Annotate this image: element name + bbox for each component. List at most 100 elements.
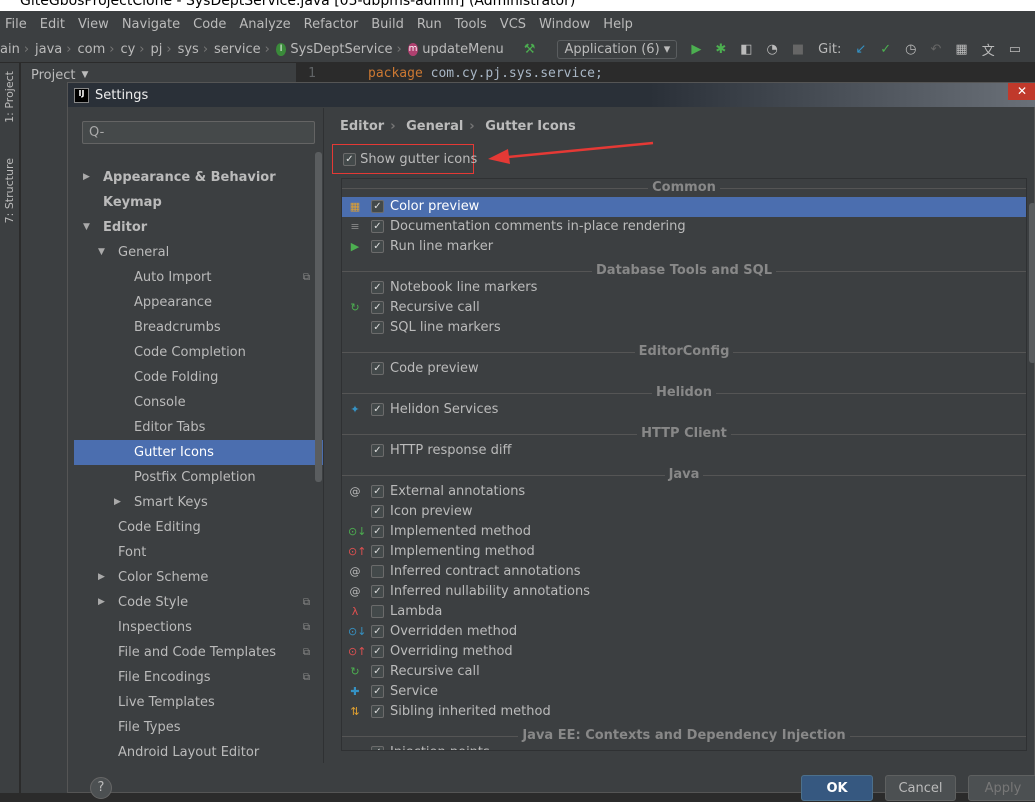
gutter-icon-row[interactable]: ✓ Icon preview — [342, 502, 1026, 522]
menu-navigate[interactable]: Navigate — [122, 17, 180, 32]
menu-edit[interactable]: Edit — [40, 17, 65, 32]
structure-tool-button[interactable]: 7: Structure — [3, 158, 16, 223]
settings-tree-item[interactable]: ▶ Color Scheme — [74, 565, 323, 590]
gutter-icon-row[interactable]: ⊙↑ ✓ Implementing method — [342, 542, 1026, 562]
nav-method[interactable]: updateMenu — [422, 42, 504, 57]
settings-tree-item[interactable]: File and Code Templates ⧉ — [74, 640, 323, 665]
menu-run[interactable]: Run — [417, 17, 442, 32]
settings-tree-item[interactable]: ▼ Editor — [74, 215, 323, 240]
project-panel-title[interactable]: Project — [31, 68, 75, 83]
gutter-icon-row[interactable]: ✓ Notebook line markers — [342, 278, 1026, 298]
tree-scrollbar[interactable] — [315, 152, 322, 482]
settings-tree-item[interactable]: Keymap — [74, 190, 323, 215]
settings-tree-item[interactable]: Gutter Icons — [74, 440, 323, 465]
gutter-icon-row[interactable]: ⊙↓ ✓ Implemented method — [342, 522, 1026, 542]
settings-tree-item[interactable]: Breadcrumbs — [74, 315, 323, 340]
build-hammer-icon[interactable]: ⚒ — [524, 42, 536, 57]
chevron-down-icon[interactable]: ▼ — [98, 240, 105, 265]
project-tool-button[interactable]: 1: Project — [3, 71, 16, 123]
terminal-icon[interactable]: ▭ — [1009, 42, 1021, 57]
profile-icon[interactable]: ◔ — [767, 42, 778, 57]
checkbox[interactable] — [371, 605, 384, 618]
gutter-icon-row[interactable]: ✓ HTTP response diff — [342, 441, 1026, 461]
gutter-icon-row[interactable]: ⊙↓ ✓ Overridden method — [342, 622, 1026, 642]
checkbox[interactable]: ✓ — [371, 200, 384, 213]
checkbox[interactable]: ✓ — [371, 705, 384, 718]
checkbox[interactable] — [371, 565, 384, 578]
gutter-icon-row[interactable]: ⇅ ✓ Sibling inherited method — [342, 702, 1026, 722]
chevron-right-icon[interactable]: ▶ — [98, 565, 105, 590]
close-button[interactable]: ✕ — [1008, 83, 1035, 100]
settings-tree-item[interactable]: Android Layout Editor — [74, 740, 323, 763]
nav-crumb[interactable]: com — [77, 42, 105, 57]
menu-window[interactable]: Window — [539, 17, 590, 32]
gutter-icon-row[interactable]: ✓ Code preview — [342, 359, 1026, 379]
checkbox[interactable]: ✓ — [371, 685, 384, 698]
nav-crumb[interactable]: sys — [178, 42, 199, 57]
settings-tree-item[interactable]: Auto Import ⧉ — [74, 265, 323, 290]
checkbox[interactable]: ✓ — [371, 525, 384, 538]
settings-tree-item[interactable]: ▶ Appearance & Behavior — [74, 165, 323, 190]
gutter-icon-row[interactable]: ▶ ✓ Run line marker — [342, 237, 1026, 257]
settings-tree-item[interactable]: ▶ Smart Keys — [74, 490, 323, 515]
chevron-down-icon[interactable]: ▼ — [83, 215, 90, 240]
settings-tree-item[interactable]: Postfix Completion — [74, 465, 323, 490]
nav-crumb[interactable]: service — [214, 42, 261, 57]
checkbox[interactable]: ✓ — [371, 485, 384, 498]
checkbox[interactable]: ✓ — [371, 505, 384, 518]
settings-tree-item[interactable]: File Types — [74, 715, 323, 740]
settings-tree-item[interactable]: Code Editing — [74, 515, 323, 540]
cancel-button[interactable]: Cancel — [885, 775, 956, 801]
nav-class[interactable]: SysDeptService — [290, 42, 392, 57]
checkbox[interactable]: ✓ — [371, 362, 384, 375]
checkbox[interactable]: ✓ — [371, 665, 384, 678]
gutter-icon-row[interactable]: @ ✓ External annotations — [342, 482, 1026, 502]
gutter-icon-row[interactable]: ⊙↑ ✓ Overriding method — [342, 642, 1026, 662]
gutter-icon-row[interactable]: λ Lambda — [342, 602, 1026, 622]
rollback-icon[interactable]: ↶ — [930, 42, 941, 57]
gutter-icon-row[interactable]: ↻ ✓ Recursive call — [342, 662, 1026, 682]
checkbox[interactable]: ✓ — [371, 220, 384, 233]
settings-tree-item[interactable]: Appearance — [74, 290, 323, 315]
menu-refactor[interactable]: Refactor — [304, 17, 359, 32]
gutter-icon-row[interactable]: ⦸ ✓ Injection points — [342, 743, 1026, 750]
checkbox[interactable]: ✓ — [371, 746, 384, 750]
debug-icon[interactable]: ✱ — [715, 42, 726, 57]
checkbox[interactable]: ✓ — [371, 444, 384, 457]
settings-tree-item[interactable]: File Encodings ⧉ — [74, 665, 323, 690]
menu-view[interactable]: View — [78, 17, 109, 32]
project-structure-icon[interactable]: ▦ — [955, 42, 967, 57]
history-icon[interactable]: ◷ — [905, 42, 916, 57]
menu-vcs[interactable]: VCS — [500, 17, 526, 32]
menu-build[interactable]: Build — [371, 17, 404, 32]
menu-help[interactable]: Help — [603, 17, 633, 32]
nav-crumb[interactable]: java — [35, 42, 62, 57]
checkbox[interactable]: ✓ — [371, 281, 384, 294]
checkbox[interactable]: ✓ — [371, 625, 384, 638]
chevron-right-icon[interactable]: ▶ — [98, 590, 105, 615]
gutter-icon-row[interactable]: ▦ ✓ Color preview — [342, 197, 1026, 217]
settings-tree-item[interactable]: Code Folding — [74, 365, 323, 390]
settings-tree-item[interactable]: ▶ Code Style ⧉ — [74, 590, 323, 615]
nav-crumb[interactable]: ain — [0, 42, 20, 57]
checkbox[interactable]: ✓ — [371, 321, 384, 334]
checkbox[interactable]: ✓ — [371, 301, 384, 314]
settings-tree-item[interactable]: Code Completion — [74, 340, 323, 365]
checkbox[interactable]: ✓ — [371, 585, 384, 598]
menu-code[interactable]: Code — [193, 17, 226, 32]
run-icon[interactable]: ▶ — [691, 42, 701, 57]
menu-file[interactable]: File — [5, 17, 27, 32]
settings-tree-item[interactable]: Font — [74, 540, 323, 565]
checkbox[interactable]: ✓ — [371, 403, 384, 416]
settings-tree-item[interactable]: Console — [74, 390, 323, 415]
translate-icon[interactable]: 文 — [982, 40, 995, 59]
nav-crumb[interactable]: cy — [120, 42, 135, 57]
settings-search-input[interactable]: Q- — [82, 121, 315, 144]
git-update-icon[interactable]: ↙ — [855, 42, 866, 57]
gutter-icon-row[interactable]: @ Inferred contract annotations — [342, 562, 1026, 582]
menu-tools[interactable]: Tools — [455, 17, 487, 32]
checkbox[interactable]: ✓ — [371, 240, 384, 253]
gutter-icon-row[interactable]: @ ✓ Inferred nullability annotations — [342, 582, 1026, 602]
settings-tree-item[interactable]: Editor Tabs — [74, 415, 323, 440]
ok-button[interactable]: OK — [801, 775, 873, 801]
